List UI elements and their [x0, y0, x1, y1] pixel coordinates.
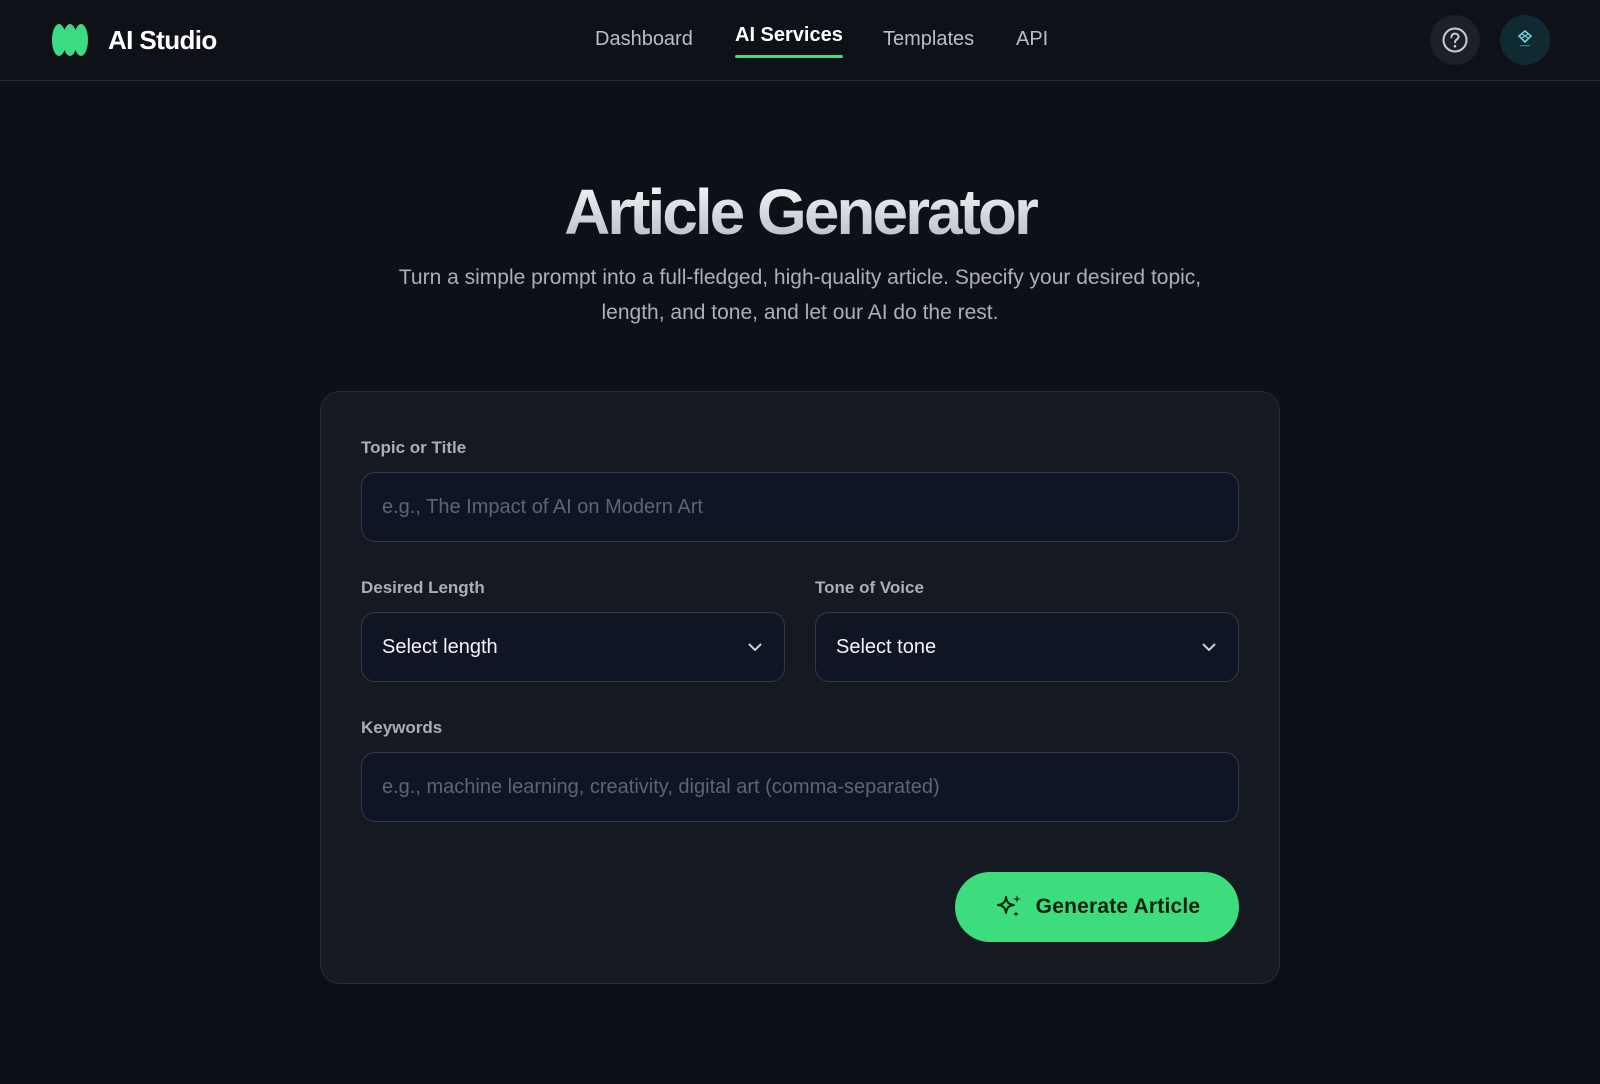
chevron-down-icon	[1202, 643, 1216, 651]
topic-input[interactable]	[361, 472, 1239, 542]
nav-dashboard[interactable]: Dashboard	[595, 24, 693, 54]
generate-article-label: Generate Article	[1035, 895, 1201, 918]
nav-templates[interactable]: Templates	[883, 24, 974, 54]
help-button[interactable]	[1430, 15, 1480, 65]
tone-select-value: Select tone	[836, 635, 937, 658]
avatar-icon	[1517, 29, 1533, 47]
article-form-card: Topic or Title Desired Length Select len…	[320, 391, 1280, 984]
keywords-input[interactable]	[361, 752, 1239, 822]
page-title: Article Generator	[0, 172, 1600, 252]
user-avatar-button[interactable]	[1500, 15, 1550, 65]
help-circle-icon	[1442, 27, 1468, 53]
length-label: Desired Length	[361, 578, 485, 597]
length-select[interactable]: Select length	[361, 612, 785, 682]
page-subtitle: Turn a simple prompt into a full-fledged…	[398, 266, 1202, 324]
nav-ai-services[interactable]: AI Services	[735, 20, 843, 58]
tone-label: Tone of Voice	[815, 578, 924, 597]
chevron-down-icon	[748, 643, 762, 651]
topic-label: Topic or Title	[361, 438, 467, 457]
sparkles-icon	[996, 895, 1021, 917]
generate-article-button[interactable]: Generate Article	[955, 872, 1239, 942]
nav-api[interactable]: API	[1016, 24, 1048, 54]
keywords-label: Keywords	[361, 718, 443, 737]
main-nav: Dashboard AI Services Templates API	[0, 0, 1600, 80]
tone-select[interactable]: Select tone	[815, 612, 1239, 682]
top-navigation-bar: AI Studio Dashboard AI Services Template…	[0, 0, 1600, 81]
length-select-value: Select length	[382, 635, 498, 658]
